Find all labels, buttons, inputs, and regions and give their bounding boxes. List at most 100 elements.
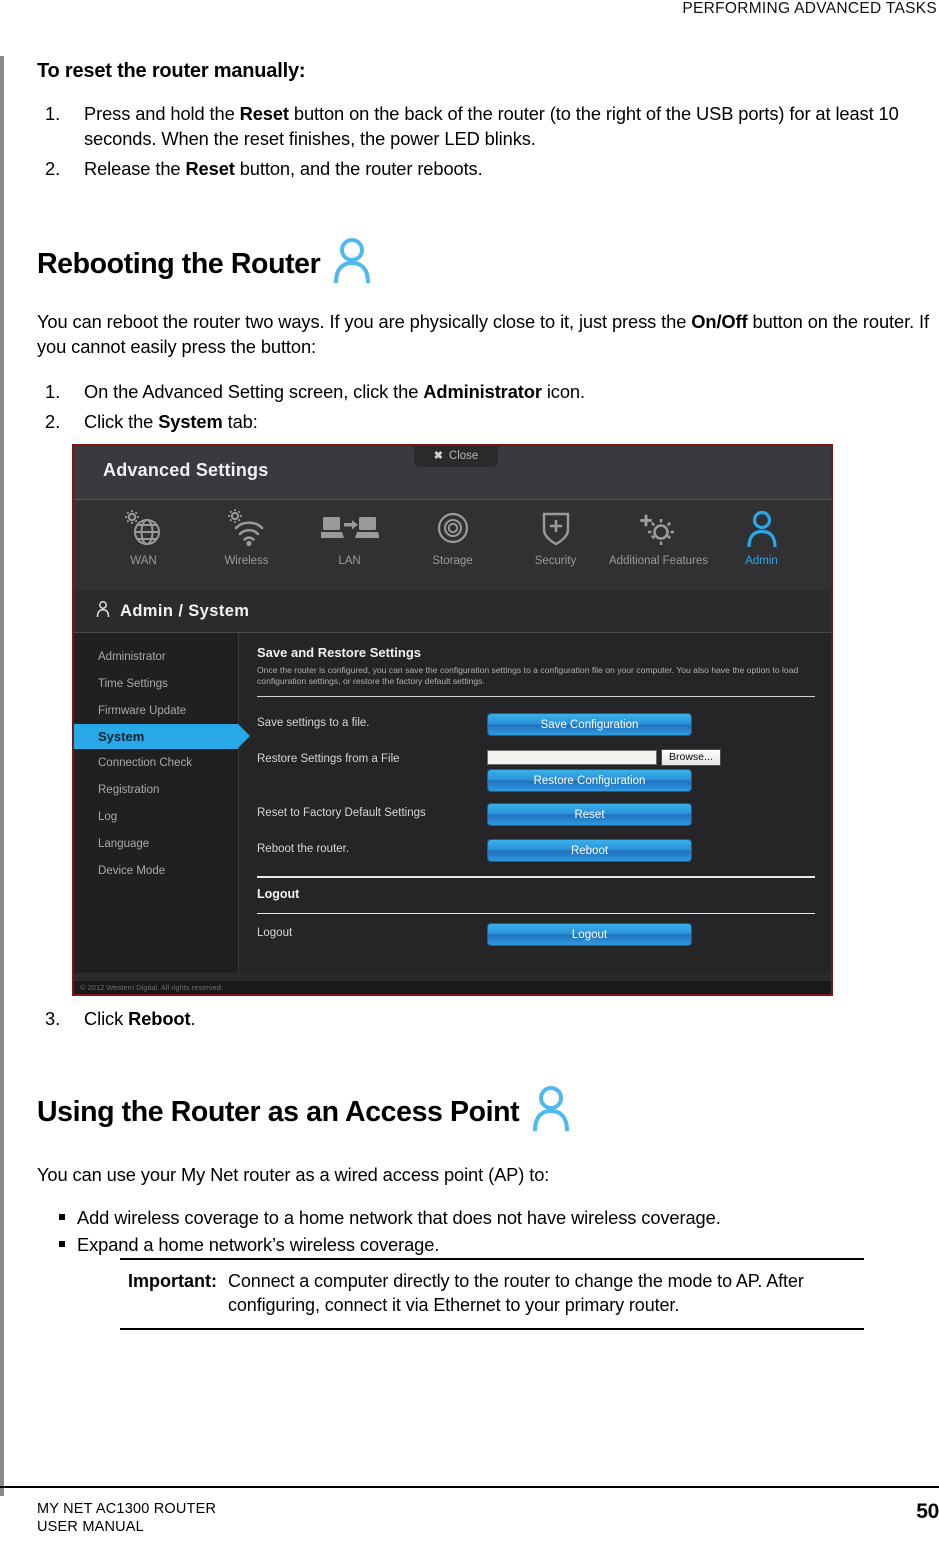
nav-item-wireless[interactable]: Wireless xyxy=(195,506,298,567)
nav-item-label: Additional Features xyxy=(608,555,709,567)
person-icon xyxy=(96,600,110,623)
reboot-step3-wrap: 3. Click Reboot. xyxy=(37,1006,939,1036)
note-label: Important: xyxy=(128,1271,217,1291)
nav-item-admin[interactable]: Admin xyxy=(710,506,813,567)
page-footer: MY NET AC1300 ROUTER USER MANUAL 50 xyxy=(37,1500,939,1536)
row-save-settings: Save settings to a file. Save Configurat… xyxy=(257,713,815,738)
nav-item-additional-features[interactable]: Additional Features xyxy=(607,506,710,567)
sidebar-item-device-mode[interactable]: Device Mode xyxy=(74,857,238,884)
reset-heading: To reset the router manually: xyxy=(37,60,306,82)
page-header: PERFORMING ADVANCED TASKS xyxy=(682,0,937,17)
panel-heading: Save and Restore Settings xyxy=(257,645,421,660)
ap-section-title: Using the Router as an Access Point xyxy=(37,1085,939,1139)
router-nav: WAN Wireless LAN Storage Security Additi… xyxy=(74,500,831,590)
shield-plus-icon xyxy=(535,506,577,550)
step-text-part1: Release the xyxy=(84,158,186,179)
router-footer: © 2012 Western Digital. All rights reser… xyxy=(74,981,831,994)
sidebar-item-registration[interactable]: Registration xyxy=(74,776,238,803)
sidebar-item-firmware-update[interactable]: Firmware Update xyxy=(74,697,238,724)
footer-line-1: MY NET AC1300 ROUTER xyxy=(37,1501,217,1517)
step-text-part1: Click the xyxy=(84,411,159,432)
note-text: Connect a computer directly to the route… xyxy=(228,1271,804,1315)
list-item: 2. Click the System tab: xyxy=(37,409,939,434)
nav-item-wan[interactable]: WAN xyxy=(92,506,195,567)
row-restore-settings: Restore Settings from a File Browse... R… xyxy=(257,749,815,792)
reboot-steps-list: 1. On the Advanced Setting screen, click… xyxy=(37,379,939,434)
router-body: Administrator Time Settings Firmware Upd… xyxy=(74,633,831,973)
row-reset-factory: Reset to Factory Default Settings Reset xyxy=(257,803,815,828)
nav-item-security[interactable]: Security xyxy=(504,506,607,567)
footer-rule xyxy=(0,1486,939,1488)
sidebar-item-label: Firmware Update xyxy=(98,704,187,717)
row-label: Save settings to a file. xyxy=(257,717,370,729)
step-bold: Reset xyxy=(185,158,235,179)
ap-section: Using the Router as an Access Point You … xyxy=(37,1085,939,1258)
router-ui-screenshot: Advanced Settings ✖ Close WAN Wireless L… xyxy=(72,444,833,996)
sidebar-item-language[interactable]: Language xyxy=(74,830,238,857)
close-x-icon: ✖ xyxy=(433,450,443,462)
step-bold: Reset xyxy=(239,103,289,124)
computer-to-computer-icon xyxy=(320,506,379,550)
reboot-button[interactable]: Reboot xyxy=(487,839,692,862)
reboot-section-title: Rebooting the Router xyxy=(37,237,939,291)
sidebar-item-system[interactable]: System xyxy=(74,724,250,749)
disc-icon xyxy=(432,506,474,550)
reboot-step3-list: 3. Click Reboot. xyxy=(37,1006,939,1031)
row-logout: Logout Logout xyxy=(257,923,815,948)
step-text-part2: button, and the router reboots. xyxy=(234,158,483,179)
browse-button[interactable]: Browse... xyxy=(661,749,721,766)
nav-item-lan[interactable]: LAN xyxy=(298,506,401,567)
sidebar-item-log[interactable]: Log xyxy=(74,803,238,830)
page-number: 50 xyxy=(916,1500,939,1523)
step-number: 1. xyxy=(45,381,61,402)
row-label: Reset to Factory Default Settings xyxy=(257,807,426,819)
nav-item-label: WAN xyxy=(130,555,157,567)
person-icon xyxy=(332,237,372,291)
nav-item-label: Wireless xyxy=(224,555,269,567)
sidebar-item-time-settings[interactable]: Time Settings xyxy=(74,670,238,697)
logout-button[interactable]: Logout xyxy=(487,923,692,946)
sidebar-item-label: Administrator xyxy=(98,650,166,663)
person-icon xyxy=(531,1085,571,1139)
ap-bullet-list: Add wireless coverage to a home network … xyxy=(37,1204,939,1258)
globe-gear-icon xyxy=(123,506,165,550)
list-item: 1. Press and hold the Reset button on th… xyxy=(37,101,939,151)
sidebar-item-label: Language xyxy=(98,837,150,850)
sidebar-item-connection-check[interactable]: Connection Check xyxy=(74,749,238,776)
gear-plus-icon xyxy=(634,506,684,550)
step-text-part2: icon. xyxy=(541,381,585,402)
restore-file-input[interactable] xyxy=(487,750,657,765)
ap-title-text: Using the Router as an Access Point xyxy=(37,1095,520,1128)
panel-description: Once the router is configured, you can s… xyxy=(257,665,799,686)
router-sidebar: Administrator Time Settings Firmware Upd… xyxy=(74,633,250,973)
sidebar-item-administrator[interactable]: Administrator xyxy=(74,643,238,670)
step-bold: Reboot xyxy=(128,1008,191,1029)
page-left-rule xyxy=(0,56,4,1496)
step-text-part2: . xyxy=(190,1008,196,1029)
step-text-part1: On the Advanced Setting screen, click th… xyxy=(84,381,424,402)
sidebar-item-label: Registration xyxy=(98,783,160,796)
restore-configuration-button[interactable]: Restore Configuration xyxy=(487,769,692,792)
nav-item-storage[interactable]: Storage xyxy=(401,506,504,567)
sidebar-item-label: Time Settings xyxy=(98,677,168,690)
reset-steps-list: 1. Press and hold the Reset button on th… xyxy=(37,101,939,181)
save-configuration-button[interactable]: Save Configuration xyxy=(487,713,692,736)
list-item: Expand a home network’s wireless coverag… xyxy=(37,1231,939,1258)
close-button-label: Close xyxy=(448,449,479,462)
reset-button[interactable]: Reset xyxy=(487,803,692,826)
divider xyxy=(257,876,815,878)
step-text-part1: Click xyxy=(84,1008,129,1029)
divider xyxy=(257,912,815,914)
row-label: Restore Settings from a File xyxy=(257,753,400,765)
step-number: 2. xyxy=(45,158,61,179)
nav-item-label: LAN xyxy=(338,555,361,567)
reboot-title-text: Rebooting the Router xyxy=(37,247,321,280)
list-item: 2. Release the Reset button, and the rou… xyxy=(37,156,939,181)
list-item: 3. Click Reboot. xyxy=(37,1006,939,1031)
list-item: Add wireless coverage to a home network … xyxy=(37,1204,939,1231)
step-bold: Administrator xyxy=(423,381,542,402)
breadcrumb: Admin / System xyxy=(74,590,831,633)
row-label: Reboot the router. xyxy=(257,843,350,855)
close-button[interactable]: ✖ Close xyxy=(414,446,498,467)
step-number: 3. xyxy=(45,1008,61,1029)
